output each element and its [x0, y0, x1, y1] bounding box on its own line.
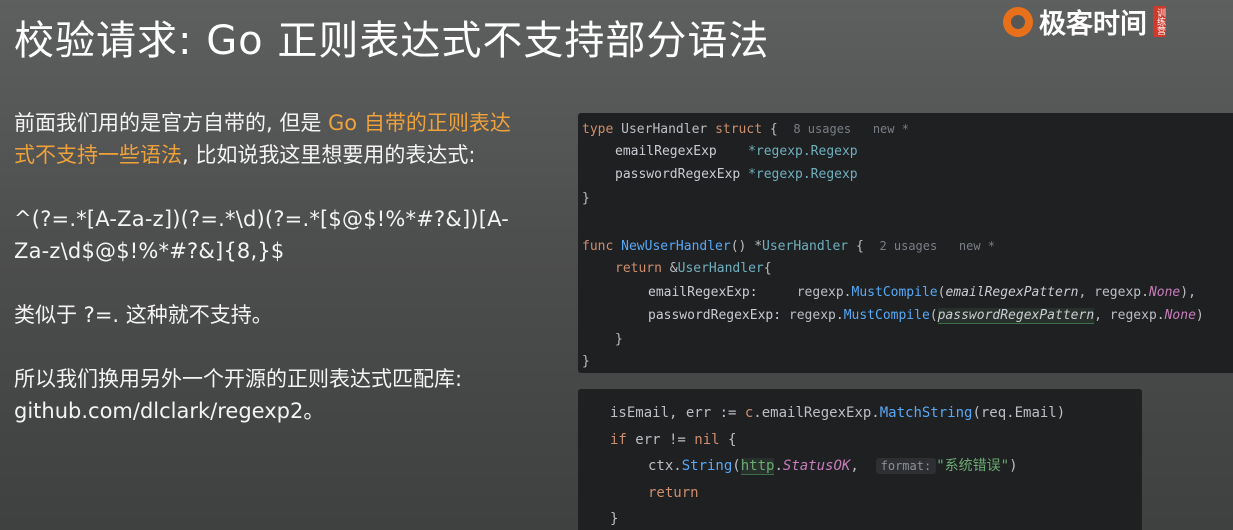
code-line: emailRegexExp *regexp.Regexp [615, 144, 858, 159]
code-line: } [582, 354, 590, 369]
logo-badge: 训练营 [1153, 6, 1166, 37]
paragraph-intro: 前面我们用的是官方自带的, 但是 Go 自带的正则表达式不支持一些语法, 比如说… [14, 107, 519, 171]
code-line: passwordRegexExp: regexp.MustCompile(pas… [648, 308, 1204, 324]
code-line: } [615, 332, 623, 347]
slide-title: 校验请求: Go 正则表达式不支持部分语法 [14, 18, 770, 64]
parameter-hint: format: [875, 458, 937, 474]
usages-hint[interactable]: 2 usages new * [879, 239, 995, 253]
paragraph-unsupported: 类似于 ?=. 这种就不支持。 [14, 303, 273, 327]
slide-body: 前面我们用的是官方自带的, 但是 Go 自带的正则表达式不支持一些语法, 比如说… [14, 107, 519, 427]
brand-logo: 极客时间 训练营 [1003, 2, 1184, 41]
usages-hint[interactable]: 8 usages new * [793, 122, 909, 136]
code-line: ctx.String(http.StatusOK, format: "系统错误") [648, 458, 1018, 475]
code-line: if err != nil { [610, 432, 737, 448]
code-line: } [610, 511, 619, 527]
code-line: passwordRegexExp *regexp.Regexp [615, 167, 858, 182]
regex-expression: ^(?=.*[A-Za-z])(?=.*\d)(?=.*[$@$!%*#?&])… [14, 207, 510, 263]
intro-text-end: , 比如说我这里想要用的表达式: [182, 143, 476, 167]
intro-text: 前面我们用的是官方自带的, 但是 [14, 111, 329, 135]
logo-text: 极客时间 [1039, 9, 1147, 40]
logo-mark-icon [1003, 6, 1033, 37]
code-line: func NewUserHandler() *UserHandler { 2 u… [582, 239, 996, 254]
code-line: return &UserHandler{ [615, 261, 772, 276]
code-panel-handler: type UserHandler struct { 8 usages new *… [578, 113, 1233, 373]
paragraph-library: 所以我们换用另外一个开源的正则表达式匹配库: github.com/dlclar… [14, 367, 463, 423]
code-line: } [582, 191, 590, 206]
code-line: type UserHandler struct { 8 usages new * [582, 122, 909, 137]
code-line: isEmail, err := c.emailRegexExp.MatchStr… [610, 405, 1066, 421]
code-panel-validation: isEmail, err := c.emailRegexExp.MatchStr… [578, 389, 1142, 530]
code-line: return [648, 485, 699, 501]
code-line: emailRegexExp: regexp.MustCompile(emailR… [648, 285, 1196, 300]
